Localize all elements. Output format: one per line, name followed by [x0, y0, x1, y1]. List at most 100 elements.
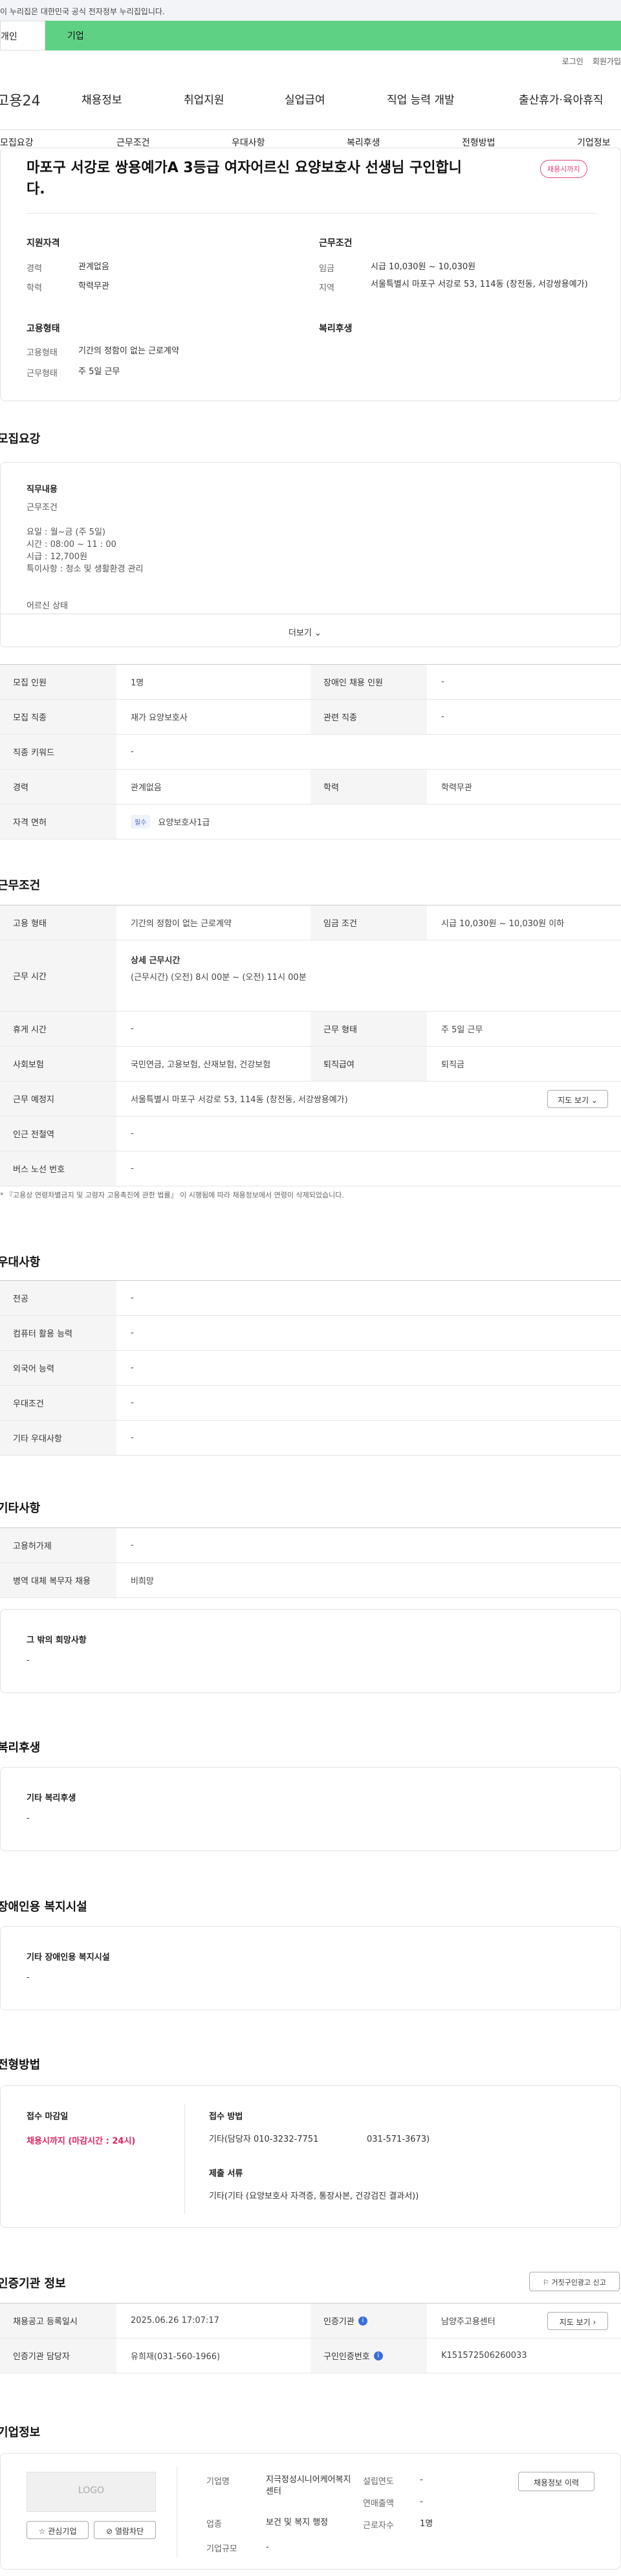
table-row: 컴퓨터 활용 능력 - — [0, 1316, 621, 1351]
map-button[interactable]: 지도 보기 ⌄ — [547, 1090, 608, 1108]
site-logo[interactable]: 고용24 — [0, 89, 40, 110]
join-link[interactable]: 회원가입 — [593, 57, 621, 66]
th-place: 근무 예정지 — [0, 1082, 116, 1116]
td-pref-cond: - — [131, 1398, 134, 1408]
region-label: 지역 — [319, 283, 334, 293]
duty-heading: 직무내용 — [27, 485, 58, 494]
th-cert-no: 구인인증번호 — [323, 2352, 370, 2362]
table-row: 인증기관 담당자 유희재(031-560-1966) 구인인증번호 i K1515725… — [0, 2338, 621, 2373]
th-disabled: 장애인 채용 인원 — [310, 665, 427, 699]
td-job: 재가 요양보호사 — [131, 713, 188, 723]
history-button[interactable]: 채용정보 이력 — [518, 2472, 594, 2491]
duty-line: 요일 : 월~금 (주 5일) — [27, 527, 105, 537]
table-row: 휴게 시간 - 근무 형태 주 5일 근무 — [0, 1012, 621, 1047]
th-major: 전공 — [0, 1281, 116, 1315]
nav-company[interactable]: 기업정보 — [577, 136, 611, 149]
td-emp-type: 기간의 정함이 없는 근로계약 — [131, 919, 232, 929]
chevron-down-icon: ⌄ — [314, 628, 321, 638]
nav-welfare[interactable]: 복리후생 — [347, 136, 380, 149]
wage-label: 임금 — [319, 264, 334, 274]
deadline-value: 채용시까지 (마감시간 : 24시) — [27, 2137, 136, 2146]
table-row: 모집 직종 재가 요양보호사 관련 직종 - — [0, 700, 621, 735]
info-icon[interactable]: i — [358, 2316, 367, 2326]
year-value: - — [420, 2475, 423, 2485]
nav-recruit[interactable]: 모집요강 — [0, 136, 34, 149]
block-button[interactable]: ⊘ 열람차단 — [94, 2521, 156, 2539]
nav-work[interactable]: 근무조건 — [116, 136, 150, 149]
org-map-button[interactable]: 지도 보기 › — [547, 2312, 608, 2330]
gnb-unemployment[interactable]: 실업급여 — [285, 91, 325, 107]
disab-box: 기타 장애인용 복지시설 - — [0, 1926, 621, 2010]
fav-company-button[interactable]: ☆ 관심기업 — [27, 2521, 89, 2539]
name-label: 기업명 — [206, 2477, 230, 2487]
divider — [27, 213, 596, 214]
work-table: 고용 형태 기간의 정함이 없는 근로계약 임금 조건 시급 10,030원 ~ 10… — [0, 905, 621, 1186]
hope-title: 그 밖의 희망사항 — [27, 1636, 87, 1645]
edu-value: 학력무관 — [78, 282, 109, 291]
td-pref-etc: - — [131, 1433, 134, 1443]
th-emp-type: 고용 형태 — [0, 905, 116, 940]
td-computer: - — [131, 1328, 134, 1338]
region-value: 서울특별시 마포구 서강로 53, 114동 (창전동, 서강쌍용예가) — [371, 280, 588, 289]
docs-value: 기타(기타 (요양보호사 자격증, 통장사본, 건강검진 결과서)) — [209, 2192, 419, 2201]
top-tabs: 개인 기업 — [0, 21, 621, 50]
th-pref-etc: 기타 우대사항 — [0, 1421, 116, 1455]
td-license: 요양보호사1급 — [158, 818, 210, 828]
table-row: 경력 관계없음 학력 학력무관 — [0, 770, 621, 805]
name-value: 지극정성시니어케어복지센터 — [266, 2475, 351, 2496]
th-hours: 근무 시간 — [0, 940, 116, 1011]
td-military: 비희망 — [131, 1577, 154, 1586]
gnb-jobs[interactable]: 채용정보 — [82, 91, 122, 107]
process-heading: 전형방법 — [0, 2058, 41, 2072]
hope-box: 그 밖의 희망사항 - — [0, 1609, 621, 1693]
td-keyword: - — [131, 747, 134, 757]
table-row: 고용허가제 - — [0, 1528, 621, 1563]
type-label: 고용형태 — [27, 348, 58, 358]
revenue-value: - — [420, 2497, 423, 2507]
welfare-heading: 복리후생 — [319, 324, 353, 334]
summary-card: 마포구 서강로 쌍용예가A 3등급 여자어르신 요양보호사 선생님 구인합니다.… — [0, 148, 621, 401]
td-place: 서울특별시 마포구 서강로 53, 114동 (창전동, 서강쌍용예가) — [131, 1095, 348, 1105]
industry-label: 업종 — [206, 2520, 222, 2529]
report-button[interactable]: ⚐ 거짓구인광고 신고 — [529, 2272, 620, 2291]
td-career: 관계없음 — [131, 783, 162, 793]
nav-pref[interactable]: 우대사항 — [232, 136, 265, 149]
table-row: 자격 면허 필수 요양보호사1급 — [0, 805, 621, 839]
th-insurance: 사회보험 — [0, 1047, 116, 1081]
gnb-employment-support[interactable]: 취업지원 — [184, 91, 224, 107]
welfare-section-heading: 복리후생 — [0, 1741, 41, 1755]
type-value: 기간의 정함이 없는 근로계약 — [78, 346, 179, 356]
emp-heading: 고용형태 — [27, 324, 60, 334]
age-notice: * 『고용상 연령차별금지 및 고령자 고용촉진에 관한 법률』 이 시행됨에 … — [0, 1191, 344, 1199]
pref-table: 전공 - 컴퓨터 활용 능력 - 외국어 능력 - 우대조건 - 기타 우대사항 - — [0, 1280, 621, 1456]
info-icon[interactable]: i — [373, 2351, 383, 2360]
divider — [184, 2104, 185, 2214]
tab-company[interactable]: 기업 — [45, 21, 621, 50]
nav-process[interactable]: 전형방법 — [462, 136, 496, 149]
gnb-leave[interactable]: 출산휴가·육아휴직 — [519, 91, 604, 107]
size-value: - — [266, 2542, 269, 2552]
org-map-label: 지도 보기 — [559, 2318, 591, 2327]
etc-heading: 기타사항 — [0, 1502, 41, 1515]
required-tag: 필수 — [131, 815, 151, 828]
auth-heading: 인증기관 정보 — [0, 2277, 66, 2291]
table-row: 직종 키워드 - — [0, 735, 621, 770]
td-wage: 시급 10,030원 ~ 10,030원 이하 — [441, 919, 565, 929]
table-row: 외국어 능력 - — [0, 1351, 621, 1386]
th-military: 병역 대체 복무자 채용 — [0, 1563, 116, 1597]
etc-table: 고용허가제 - 병역 대체 복무자 채용 비희망 — [0, 1527, 621, 1598]
duty-line: 시간 : 08:00 ~ 11 : 00 — [27, 540, 116, 550]
career-label: 경력 — [27, 264, 42, 274]
size-label: 기업규모 — [206, 2544, 237, 2554]
method-title: 접수 방법 — [209, 2112, 243, 2122]
gnb-training[interactable]: 직업 능력 개발 — [387, 91, 455, 107]
th-bus: 버스 노선 번호 — [0, 1151, 116, 1186]
more-button[interactable]: 더보기 ⌄ — [289, 626, 321, 638]
report-label: 거짓구인광고 신고 — [551, 2278, 606, 2287]
tab-personal[interactable]: 개인 — [0, 21, 45, 50]
td-cert-no: K151572506260033 — [441, 2351, 527, 2360]
duty-box: 직무내용 근무조건 요일 : 월~금 (주 5일) 시간 : 08:00 ~ 11 … — [0, 462, 621, 647]
login-link[interactable]: 로그인 — [562, 57, 583, 66]
td-form: 주 5일 근무 — [441, 1025, 483, 1035]
job-title: 마포구 서강로 쌍용예가A 3등급 여자어르신 요양보호사 선생님 구인합니다. — [27, 160, 462, 197]
